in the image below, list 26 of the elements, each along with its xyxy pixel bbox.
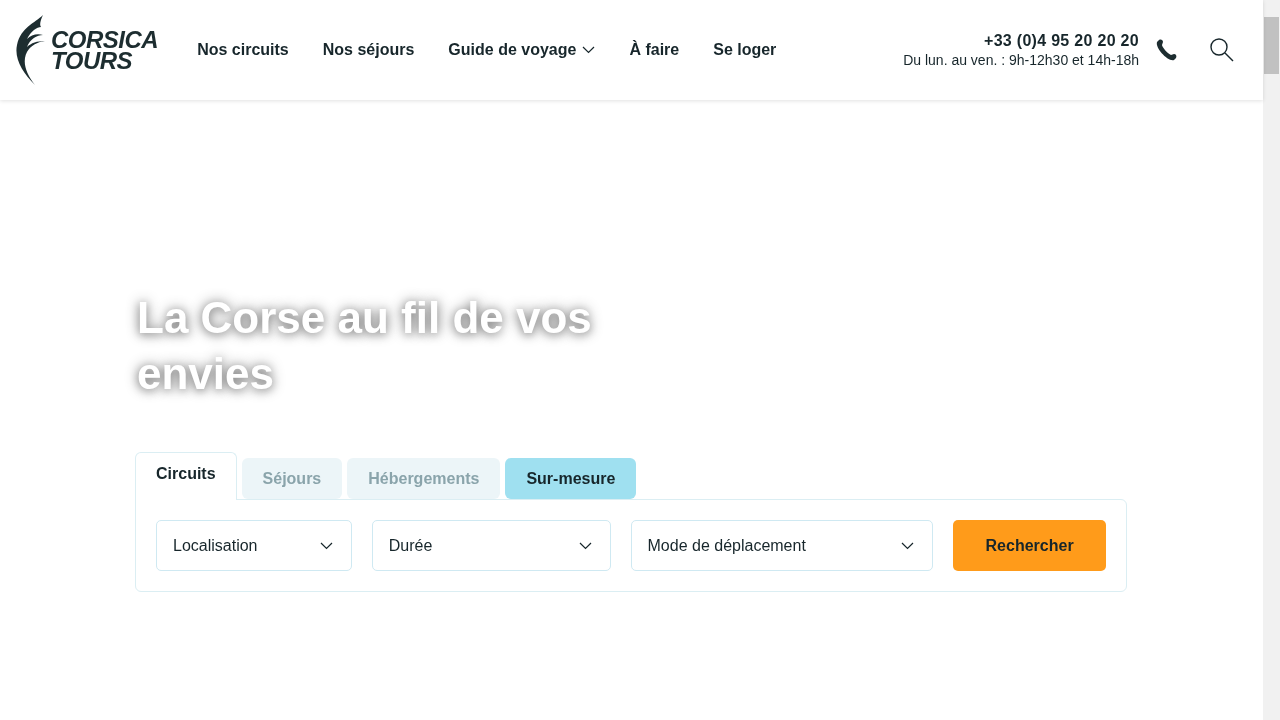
select-placeholder: Durée xyxy=(388,536,433,555)
logo-text: TOURS xyxy=(51,50,133,71)
search-icon[interactable] xyxy=(1209,37,1235,63)
logo-text: CORSICA xyxy=(51,29,159,50)
nav-link[interactable]: Nos séjours xyxy=(305,41,432,59)
caret-icon xyxy=(901,541,915,550)
tab[interactable]: Circuits xyxy=(135,452,237,500)
caret-icon xyxy=(578,541,592,550)
hero-title: La Corse au fil de vos envies xyxy=(121,274,673,418)
caret-icon xyxy=(319,541,333,550)
select-placeholder: Mode de déplacement xyxy=(647,536,806,555)
scrollbar-thumb[interactable] xyxy=(1264,17,1279,74)
opening-hours: Du lun. au ven. : 9h-12h30 et 14h-18h xyxy=(903,52,1139,68)
tab[interactable]: Sur-mesure xyxy=(505,458,637,499)
select-field[interactable]: Mode de déplacement xyxy=(630,520,934,571)
nav-link[interactable]: Nos circuits xyxy=(180,41,306,59)
nav-link[interactable]: Se loger xyxy=(696,41,794,59)
search-button[interactable]: Rechercher xyxy=(953,520,1106,571)
select-field[interactable]: Localisation xyxy=(156,520,352,571)
phone-number[interactable]: +33 (0)4 95 20 20 20 xyxy=(984,32,1139,50)
caret-icon xyxy=(582,46,596,54)
select-placeholder: Localisation xyxy=(173,536,258,555)
select-field[interactable]: Durée xyxy=(371,520,611,571)
nav-link[interactable]: À faire xyxy=(612,41,697,59)
scrollbar[interactable] xyxy=(1263,0,1280,720)
nav-link[interactable]: Guide de voyage xyxy=(431,41,613,59)
